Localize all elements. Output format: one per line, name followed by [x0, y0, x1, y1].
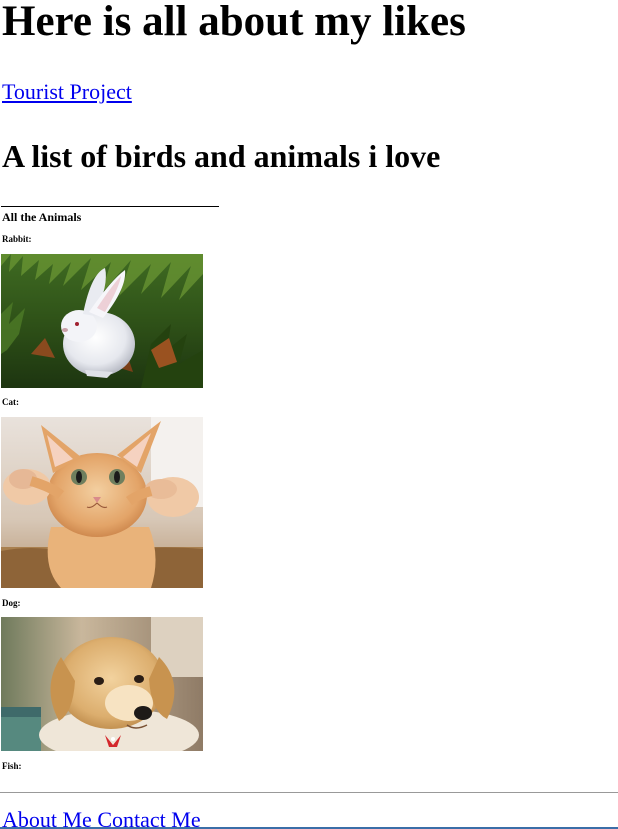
page-title: Here is all about my likes [2, 0, 466, 45]
footer-divider [0, 792, 618, 793]
animal-label-cat: Cat: [2, 397, 19, 407]
dog-image [1, 617, 203, 751]
tourist-project-link[interactable]: Tourist Project [2, 78, 132, 106]
section-title: All the Animals [2, 210, 82, 224]
about-me-link[interactable]: About Me [2, 807, 92, 829]
page-subtitle: A list of birds and animals i love [2, 138, 441, 174]
footer-nav: About Me Contact Me [2, 806, 201, 829]
contact-me-link[interactable]: Contact Me [97, 807, 200, 829]
animal-label-rabbit: Rabbit: [2, 234, 32, 244]
animal-label-fish: Fish: [2, 761, 22, 771]
page: Here is all about my likes Tourist Proje… [0, 0, 618, 829]
section-divider [1, 206, 219, 207]
rabbit-image [1, 254, 203, 388]
cat-image [1, 417, 203, 588]
animal-label-dog: Dog: [2, 598, 21, 608]
